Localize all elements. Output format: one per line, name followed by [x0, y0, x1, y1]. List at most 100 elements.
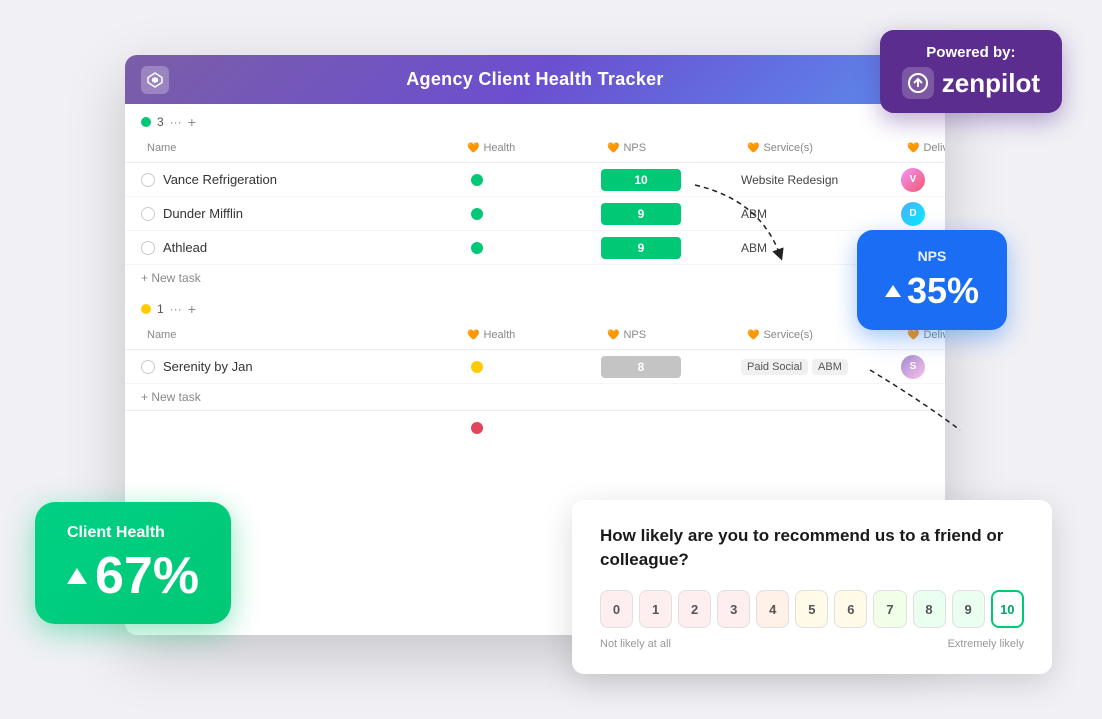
zenpilot-name: zenpilot	[902, 67, 1040, 99]
powered-by-label: Powered by:	[902, 44, 1040, 61]
row-name-dunder: Dunder Mifflin	[141, 206, 461, 221]
row-delivery-serenity: S	[901, 355, 945, 379]
col-services-1: 🧡 Service(s)	[741, 138, 901, 158]
nps-bubble: NPS 35%	[857, 230, 1007, 330]
heart-icon-1: 🧡	[467, 143, 479, 154]
group1-add[interactable]: +	[188, 114, 196, 130]
health-bubble-label: Client Health	[67, 524, 199, 542]
nps-btn-8[interactable]: 8	[913, 590, 946, 628]
row-radio-serenity[interactable]	[141, 360, 155, 374]
col-health-1: 🧡 Health	[461, 138, 601, 158]
nps-btn-10[interactable]: 10	[991, 590, 1024, 628]
health-dot-green	[471, 174, 483, 186]
col-nps-1: 🧡 NPS	[601, 138, 741, 158]
survey-card: How likely are you to recommend us to a …	[572, 500, 1052, 674]
row-nps-dunder: 9	[601, 203, 741, 225]
nps-bar-serenity: 8	[601, 356, 681, 378]
group2-table-header: Name 🧡 Health 🧡 NPS 🧡 Service(s) 🧡 Deliv…	[125, 321, 945, 350]
group2-status-dot	[141, 304, 151, 314]
nps-bar-dunder: 9	[601, 203, 681, 225]
row-nps-athlead: 9	[601, 237, 741, 259]
row-name-serenity: Serenity by Jan	[141, 359, 461, 374]
extra-health-cell	[461, 422, 601, 434]
col-nps-2: 🧡 NPS	[601, 325, 741, 345]
zenpilot-logo-icon	[902, 67, 934, 99]
nps-bar-vance: 10	[601, 169, 681, 191]
row-nps-vance: 10	[601, 169, 741, 191]
app-header: Agency Client Health Tracker	[125, 55, 945, 104]
nps-btn-4[interactable]: 4	[756, 590, 789, 628]
nps-arrow-up-icon	[885, 285, 901, 297]
row-delivery-vance: V	[901, 168, 945, 192]
services-icon-1: 🧡	[747, 143, 759, 154]
table-row[interactable]: Dunder Mifflin 9 ABM D	[125, 197, 945, 231]
group1-count: 3	[157, 115, 164, 129]
group2-more[interactable]: ···	[170, 302, 182, 316]
table-row[interactable]: Vance Refrigeration 10 Website Redesign …	[125, 163, 945, 197]
table-row[interactable]: Serenity by Jan 8 Paid Social ABM S	[125, 350, 945, 384]
health-dot-yellow	[471, 361, 483, 373]
row-service-serenity: Paid Social ABM	[741, 359, 901, 375]
services-icon-2: 🧡	[747, 330, 759, 341]
group1-more[interactable]: ···	[170, 115, 182, 129]
new-task-1[interactable]: + New task	[125, 265, 945, 291]
row-health-dunder	[461, 208, 601, 220]
nps-btn-1[interactable]: 1	[639, 590, 672, 628]
nps-bubble-label: NPS	[885, 248, 979, 264]
nps-btn-9[interactable]: 9	[952, 590, 985, 628]
client-health-bubble: Client Health 67%	[35, 502, 231, 624]
zenpilot-badge: Powered by: zenpilot	[880, 30, 1062, 113]
row-service-dunder: ABM	[741, 207, 901, 221]
app-logo	[141, 66, 169, 94]
nps-btn-5[interactable]: 5	[795, 590, 828, 628]
nps-btn-6[interactable]: 6	[834, 590, 867, 628]
col-name-2: Name	[141, 325, 461, 345]
row-radio-vance[interactable]	[141, 173, 155, 187]
heart-icon-2: 🧡	[467, 330, 479, 341]
col-name-1: Name	[141, 138, 461, 158]
group2-count: 1	[157, 302, 164, 316]
group2-add[interactable]: +	[188, 301, 196, 317]
avatar-dunder: D	[901, 202, 925, 226]
group1-status-dot	[141, 117, 151, 127]
row-nps-serenity: 8	[601, 356, 741, 378]
row-name-vance: Vance Refrigeration	[141, 172, 461, 187]
row-service-vance: Website Redesign	[741, 173, 901, 187]
new-task-2[interactable]: + New task	[125, 384, 945, 410]
row-radio-dunder[interactable]	[141, 207, 155, 221]
nps-labels: Not likely at all Extremely likely	[600, 638, 1024, 650]
nps-btn-2[interactable]: 2	[678, 590, 711, 628]
nps-btn-0[interactable]: 0	[600, 590, 633, 628]
col-health-2: 🧡 Health	[461, 325, 601, 345]
not-likely-label: Not likely at all	[600, 638, 671, 650]
table-row[interactable]: Athlead 9 ABM A	[125, 231, 945, 265]
group2-header: 1 ··· +	[125, 291, 945, 321]
row-health-vance	[461, 174, 601, 186]
delivery-icon-2: 🧡	[907, 330, 919, 341]
avatar-serenity: S	[901, 355, 925, 379]
app-body: 3 ··· + Name 🧡 Health 🧡 NPS 🧡	[125, 104, 945, 444]
nps-btn-7[interactable]: 7	[873, 590, 906, 628]
survey-question: How likely are you to recommend us to a …	[600, 524, 1024, 572]
row-name-athlead: Athlead	[141, 240, 461, 255]
app-title: Agency Client Health Tracker	[406, 69, 664, 90]
col-delivery-1: 🧡 Delivery Lead	[901, 138, 945, 158]
very-likely-label: Extremely likely	[948, 638, 1024, 650]
health-dot-green	[471, 208, 483, 220]
row-radio-athlead[interactable]	[141, 241, 155, 255]
group1-table-header: Name 🧡 Health 🧡 NPS 🧡 Service(s) 🧡 Deliv…	[125, 134, 945, 163]
nps-btn-3[interactable]: 3	[717, 590, 750, 628]
nps-icon-1: 🧡	[607, 143, 619, 154]
health-bubble-value: 67%	[67, 550, 199, 602]
health-arrow-up-icon	[67, 568, 87, 584]
nps-scale[interactable]: 0 1 2 3 4 5 6 7 8 9 10	[600, 590, 1024, 628]
group1-header: 3 ··· +	[125, 104, 945, 134]
scene: Agency Client Health Tracker 3 ··· + Nam…	[0, 0, 1102, 719]
nps-bar-athlead: 9	[601, 237, 681, 259]
health-dot-green	[471, 242, 483, 254]
nps-icon-2: 🧡	[607, 330, 619, 341]
row-health-athlead	[461, 242, 601, 254]
health-dot-red	[471, 422, 483, 434]
avatar-vance: V	[901, 168, 925, 192]
delivery-icon-1: 🧡	[907, 143, 919, 154]
